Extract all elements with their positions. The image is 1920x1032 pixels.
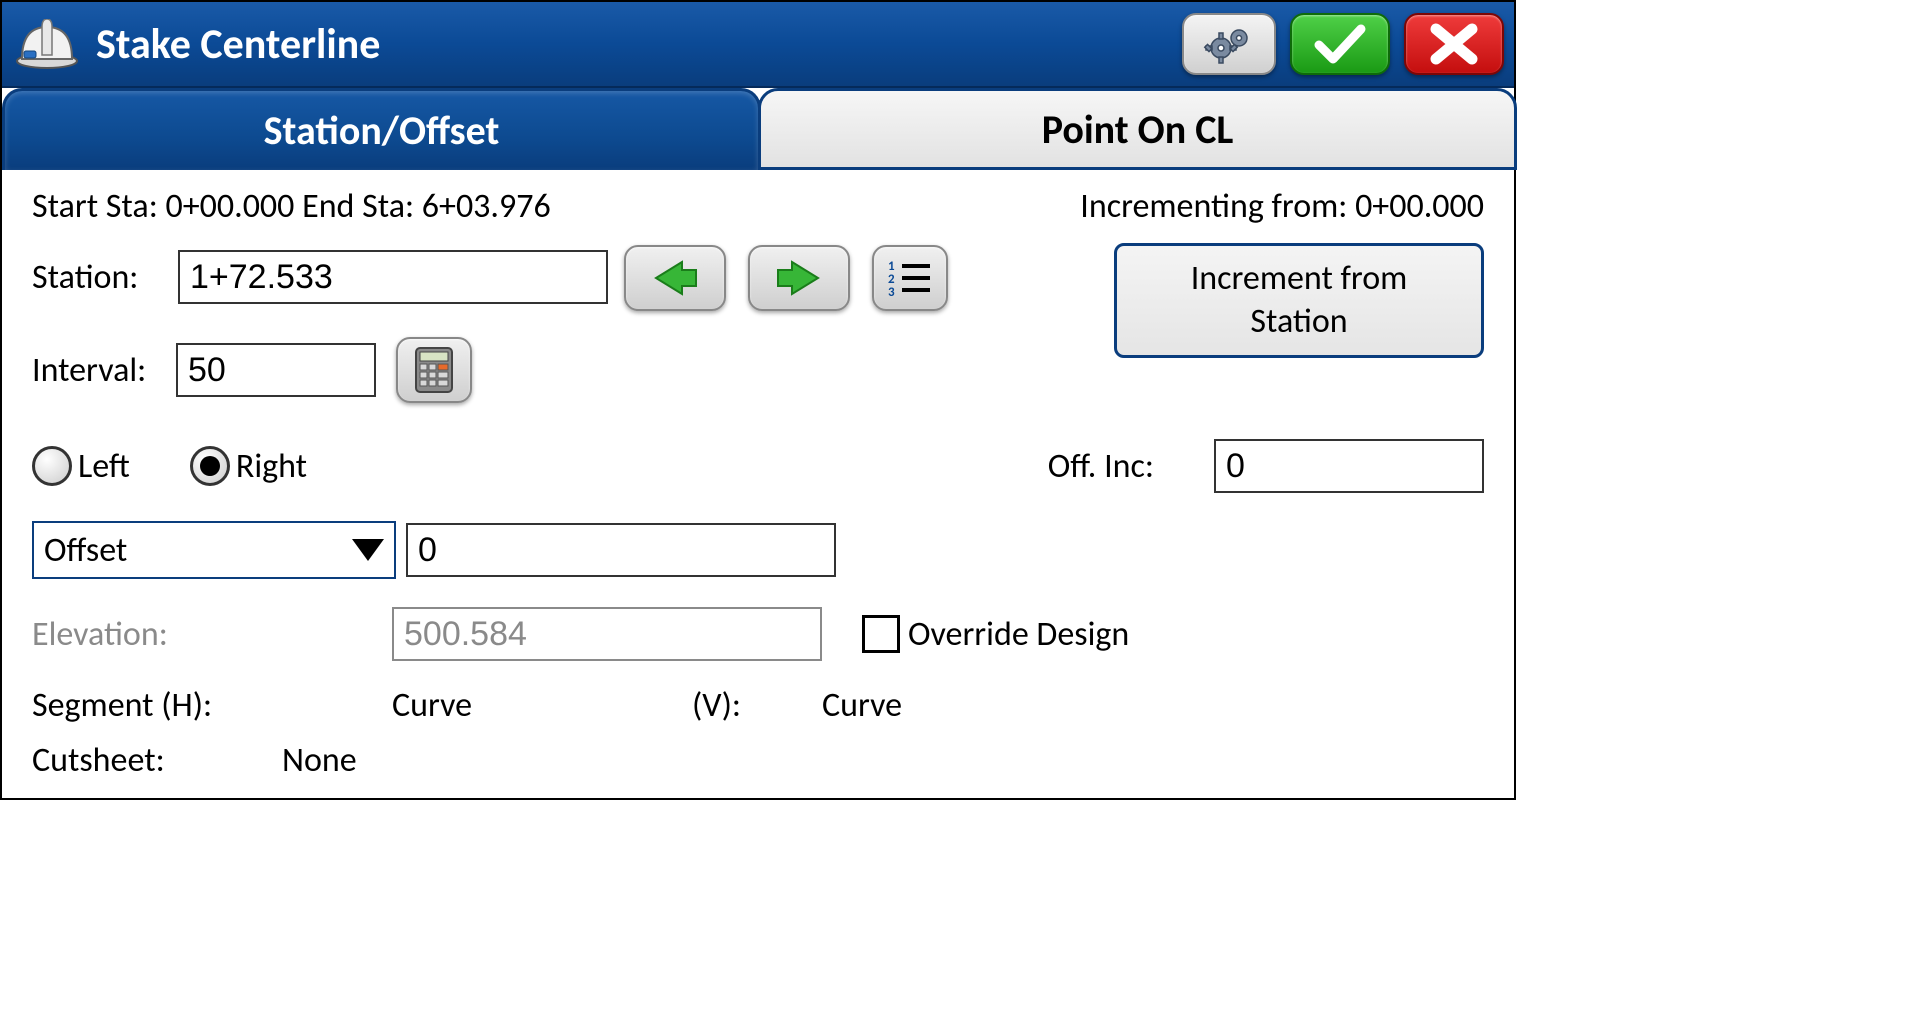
off-inc-input[interactable] <box>1214 439 1484 493</box>
x-icon <box>1430 23 1478 65</box>
override-design-label: Override Design <box>908 614 1129 655</box>
segment-h-value: Curve <box>392 685 692 726</box>
content-panel: Start Sta: 0+00.000 End Sta: 6+03.976 In… <box>2 170 1514 798</box>
arrow-right-icon <box>770 258 828 298</box>
cutsheet-label: Cutsheet: <box>32 740 282 781</box>
interval-input[interactable] <box>176 343 376 397</box>
station-prev-button[interactable] <box>624 245 726 311</box>
increment-from-station-button[interactable]: Increment from Station <box>1114 243 1484 358</box>
cancel-button[interactable] <box>1404 13 1504 75</box>
override-design-checkbox[interactable] <box>862 615 900 653</box>
segment-h-label: Segment (H): <box>32 685 392 726</box>
station-range-text: Start Sta: 0+00.000 End Sta: 6+03.976 <box>32 186 551 227</box>
arrow-left-icon <box>646 258 704 298</box>
elevation-input <box>392 607 822 661</box>
segment-v-value: Curve <box>822 685 902 726</box>
station-label: Station: <box>32 257 162 298</box>
tab-label: Point On CL <box>1042 105 1234 154</box>
side-left-label: Left <box>78 446 130 487</box>
side-right-radio[interactable] <box>190 446 230 486</box>
settings-button[interactable] <box>1182 13 1276 75</box>
elevation-label: Elevation: <box>32 614 392 655</box>
offset-value-input[interactable] <box>406 523 836 577</box>
calculator-button[interactable] <box>396 337 472 403</box>
check-icon <box>1313 23 1367 65</box>
tab-bar: Station/Offset Point On CL <box>2 88 1514 170</box>
station-input[interactable] <box>178 250 608 304</box>
cutsheet-value: None <box>282 740 357 781</box>
ok-button[interactable] <box>1290 13 1390 75</box>
side-right-label: Right <box>236 446 307 487</box>
helmet-icon <box>12 15 82 73</box>
chevron-down-icon <box>352 539 384 561</box>
off-inc-label: Off. Inc: <box>1048 446 1154 487</box>
dropdown-value: Offset <box>44 530 127 571</box>
interval-label: Interval: <box>32 350 162 391</box>
calculator-icon <box>414 346 454 394</box>
page-title: Stake Centerline <box>96 19 1168 70</box>
numbered-list-icon: 1 2 3 <box>886 258 934 298</box>
gears-icon <box>1201 24 1257 64</box>
incrementing-from-text: Incrementing from: 0+00.000 <box>1080 186 1484 227</box>
title-bar: Stake Centerline <box>2 2 1514 88</box>
side-left-radio[interactable] <box>32 446 72 486</box>
tab-point-on-cl[interactable]: Point On CL <box>758 88 1517 170</box>
tab-label: Station/Offset <box>264 106 500 155</box>
station-next-button[interactable] <box>748 245 850 311</box>
station-list-button[interactable]: 1 2 3 <box>872 245 948 311</box>
svg-text:3: 3 <box>888 285 895 298</box>
offset-type-dropdown[interactable]: Offset <box>32 521 396 579</box>
tab-station-offset[interactable]: Station/Offset <box>2 88 761 170</box>
segment-v-label: (V): <box>692 685 792 726</box>
